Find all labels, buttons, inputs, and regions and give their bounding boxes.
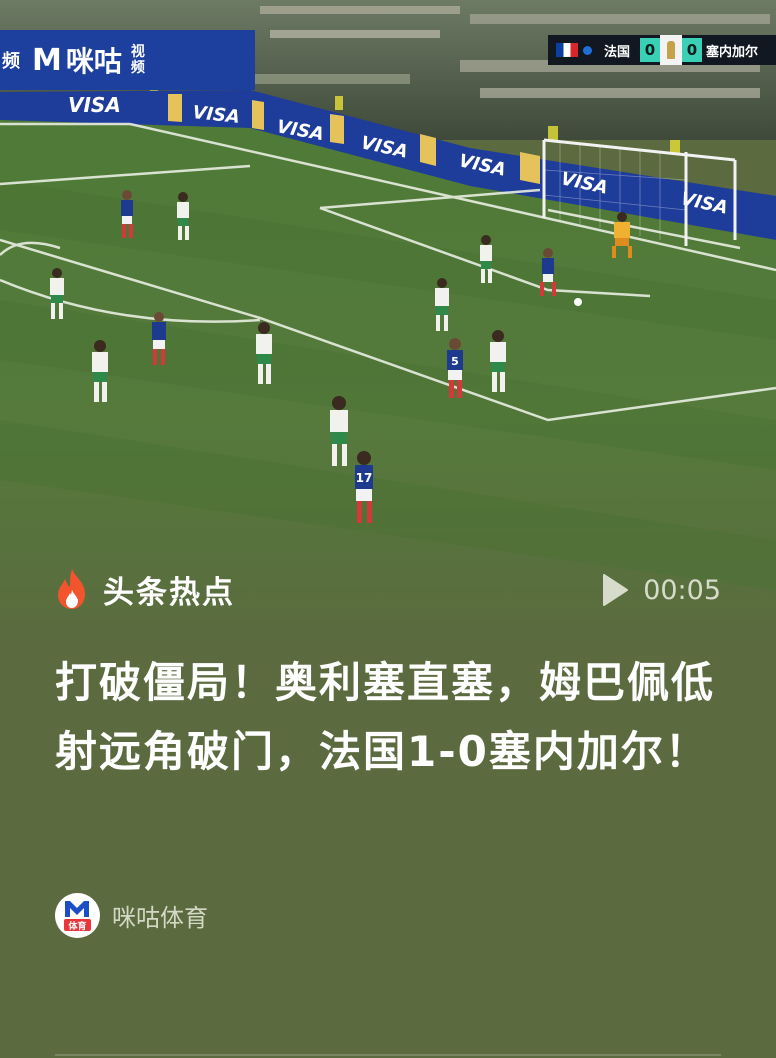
source-name[interactable]: 咪咕体育 [112,898,208,933]
video-frame[interactable]: VISA VISA VISA VISA VISA VISA VISA 5 17 … [0,0,776,660]
fire-icon [58,569,85,609]
broadcaster-name: 咪咕 [65,45,122,78]
broadcaster-mark: M [32,42,62,78]
source-account[interactable]: 体育 咪咕体育 [55,892,208,938]
migu-sports-logo-icon: 体育 [64,900,91,932]
match-scene: VISA VISA VISA VISA VISA VISA VISA 5 17 [0,0,776,660]
video-card[interactable]: VISA VISA VISA VISA VISA VISA VISA 5 17 … [0,0,776,1058]
source-avatar[interactable]: 体育 [55,892,100,938]
home-team: 法国 [604,44,631,60]
scoreboard: 法国 0 0 塞内加尔 [548,35,776,65]
away-score: 0 [682,38,703,62]
broadcaster-cut-text: 频 [2,51,20,72]
topic-tag[interactable]: 头条热点 [55,566,235,612]
team-dot-icon [583,45,592,55]
divider [55,1054,721,1056]
ball [574,298,582,306]
home-score: 0 [640,38,661,62]
video-duration[interactable]: 00:05 [601,568,721,612]
player-number: 5 [451,355,459,368]
duration-text: 00:05 [643,574,721,606]
play-icon [603,574,629,606]
ad-board-text: VISA [68,93,121,117]
topic-label: 头条热点 [103,574,235,611]
player-number: 17 [356,471,373,485]
broadcaster-tag: 视频 [130,44,145,76]
france-flag-icon [556,43,578,57]
away-team: 塞内加尔 [706,44,759,60]
broadcaster-watermark: 频 M 咪咕 视频 [0,30,255,90]
headline[interactable]: 打破僵局！奥利塞直塞，姆巴佩低射远角破门，法国1-0塞内加尔！ [55,648,725,786]
trophy-icon [660,35,683,65]
source-logo-text: 体育 [68,920,86,932]
